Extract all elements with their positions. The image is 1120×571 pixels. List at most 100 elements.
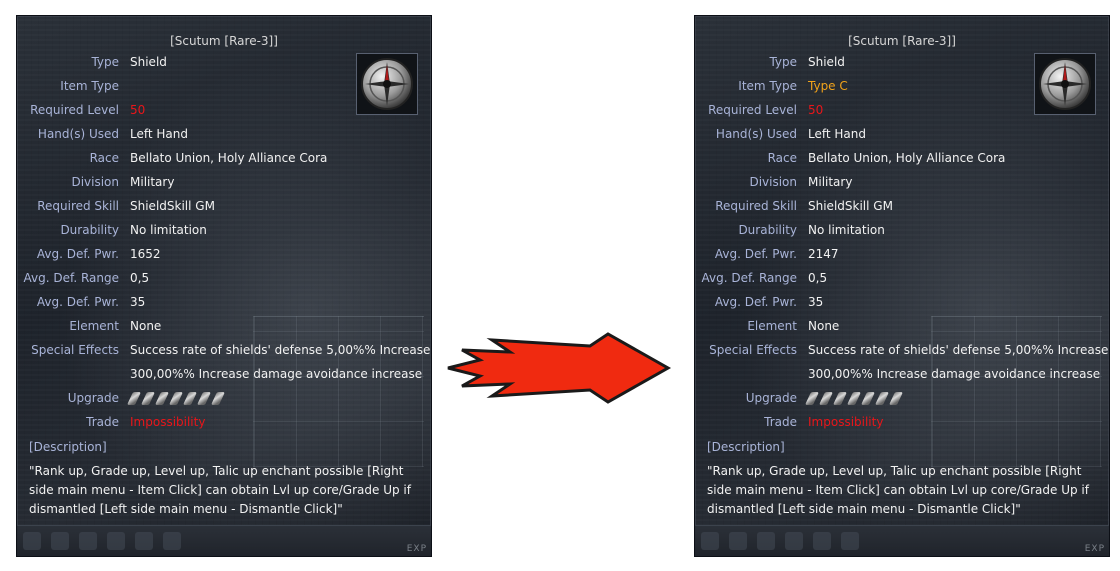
exp-label: EXP: [406, 544, 427, 554]
toolbar-icon[interactable]: [701, 532, 719, 550]
toolbar-icon[interactable]: [79, 532, 97, 550]
field-label: Avg. Def. Range: [701, 271, 798, 285]
talic-slot-icon: [126, 392, 142, 405]
field-label: Required Level: [708, 103, 797, 117]
row-avg-def-pwr-2: Avg. Def. Pwr. 35: [17, 292, 431, 312]
field-label: Item Type: [738, 79, 797, 93]
toolbar-icon[interactable]: [757, 532, 775, 550]
description-heading: [Description]: [707, 440, 785, 454]
description-text: "Rank up, Grade up, Level up, Talic up e…: [707, 464, 1089, 516]
row-required-skill: Required Skill ShieldSkill GM: [17, 196, 431, 216]
tooltip-before: [Scutum [Rare-3]] Type Shield Item Type …: [16, 15, 432, 557]
field-value: Left Hand: [130, 127, 188, 141]
field-label: Race: [767, 151, 797, 165]
row-hands-used: Hand(s) Used Left Hand: [17, 124, 431, 144]
field-value: 50: [808, 103, 824, 117]
talic-slot-icons: [126, 391, 228, 405]
field-value: Success rate of shields' defense 5,00%% …: [808, 343, 1109, 357]
field-label: Race: [89, 151, 119, 165]
field-value: None: [808, 319, 840, 333]
tooltip-after: [Scutum [Rare-3]] Type Shield Item Type …: [694, 15, 1110, 557]
field-value: Impossibility: [808, 415, 884, 429]
field-label: Element: [69, 319, 119, 333]
toolbar-icon[interactable]: [813, 532, 831, 550]
field-label: Division: [71, 175, 119, 189]
toolbar-icon[interactable]: [135, 532, 153, 550]
field-value: Success rate of shields' defense 5,00%% …: [130, 343, 431, 357]
field-value: 1652: [130, 247, 161, 261]
field-value: Bellato Union, Holy Alliance Cora: [808, 151, 1006, 165]
arrow-right-icon: [447, 332, 672, 404]
row-trade: Trade Impossibility: [695, 412, 1109, 432]
field-label: Avg. Def. Pwr.: [36, 295, 119, 309]
field-value: 2147: [808, 247, 839, 261]
row-type: Type Shield: [17, 52, 431, 72]
field-value: No limitation: [130, 223, 207, 237]
field-label: Hand(s) Used: [715, 127, 797, 141]
row-special-effects: Special Effects Success rate of shields'…: [17, 340, 431, 360]
field-value: Type C: [808, 79, 848, 93]
field-label: Type: [91, 55, 119, 69]
toolbar-icon[interactable]: [163, 532, 181, 550]
row-upgrade: Upgrade: [695, 388, 1109, 408]
row-division: Division Military: [695, 172, 1109, 192]
field-value: Shield: [130, 55, 167, 69]
talic-slot-icon: [804, 392, 820, 405]
field-label: Avg. Def. Pwr.: [36, 247, 119, 261]
row-durability: Durability No limitation: [695, 220, 1109, 240]
row-division: Division Military: [17, 172, 431, 192]
field-label: Upgrade: [67, 391, 119, 405]
toolbar-icon[interactable]: [23, 532, 41, 550]
talic-slot-icons: [804, 391, 906, 405]
toolbar-icon[interactable]: [841, 532, 859, 550]
talic-slot-icon: [874, 392, 890, 405]
bottom-toolbar: EXP: [695, 525, 1109, 556]
row-upgrade: Upgrade: [17, 388, 431, 408]
field-label: Avg. Def. Range: [23, 271, 120, 285]
row-special-effects: Special Effects Success rate of shields'…: [695, 340, 1109, 360]
field-value: Shield: [808, 55, 845, 69]
field-label: Durability: [60, 223, 119, 237]
row-trade: Trade Impossibility: [17, 412, 431, 432]
talic-slot-icon: [168, 392, 184, 405]
field-label: Durability: [738, 223, 797, 237]
field-value: 35: [808, 295, 824, 309]
field-label: Type: [769, 55, 797, 69]
field-label: Required Skill: [715, 199, 797, 213]
field-label: Upgrade: [745, 391, 797, 405]
row-special-effects-2: 300,00%% Increase damage avoidance incre…: [17, 364, 431, 384]
toolbar-icon[interactable]: [785, 532, 803, 550]
field-label: Hand(s) Used: [37, 127, 119, 141]
row-item-type: Item Type Type C: [695, 76, 1109, 96]
field-label: Avg. Def. Pwr.: [714, 295, 797, 309]
row-hands-used: Hand(s) Used Left Hand: [695, 124, 1109, 144]
field-value: 300,00%% Increase damage avoidance incre…: [808, 367, 1101, 381]
field-value: Left Hand: [808, 127, 866, 141]
row-avg-def-pwr: Avg. Def. Pwr. 2147: [695, 244, 1109, 264]
field-value: ShieldSkill GM: [130, 199, 215, 213]
field-value: ShieldSkill GM: [808, 199, 893, 213]
field-value: 35: [130, 295, 146, 309]
toolbar-icon[interactable]: [51, 532, 69, 550]
talic-slot-icon: [818, 392, 834, 405]
toolbar-icon[interactable]: [729, 532, 747, 550]
row-required-level: Required Level 50: [695, 100, 1109, 120]
row-element: Element None: [17, 316, 431, 336]
field-label: Item Type: [60, 79, 119, 93]
field-value: Bellato Union, Holy Alliance Cora: [130, 151, 328, 165]
talic-slot-icon: [860, 392, 876, 405]
field-label: Avg. Def. Pwr.: [714, 247, 797, 261]
row-avg-def-range: Avg. Def. Range 0,5: [695, 268, 1109, 288]
field-label: Required Level: [30, 103, 119, 117]
talic-slot-icon: [196, 392, 212, 405]
field-value: Impossibility: [130, 415, 206, 429]
row-race: Race Bellato Union, Holy Alliance Cora: [695, 148, 1109, 168]
item-title: [Scutum [Rare-3]]: [848, 34, 956, 48]
row-avg-def-pwr: Avg. Def. Pwr. 1652: [17, 244, 431, 264]
toolbar-icon[interactable]: [107, 532, 125, 550]
description-text: "Rank up, Grade up, Level up, Talic up e…: [29, 464, 411, 516]
talic-slot-icon: [832, 392, 848, 405]
field-label: Trade: [764, 415, 797, 429]
row-item-type: Item Type: [17, 76, 431, 96]
bottom-toolbar: EXP: [17, 525, 431, 556]
